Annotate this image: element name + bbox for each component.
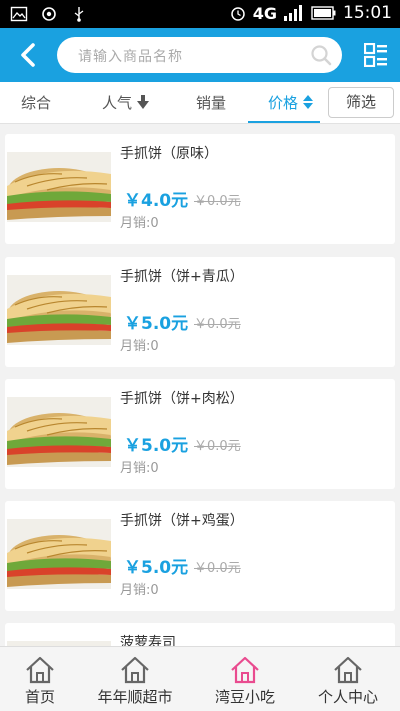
settings-icon: [42, 7, 56, 21]
nav-label: 首页: [24, 688, 55, 706]
product-image-wrap: [7, 397, 111, 467]
product-name: 菠萝寿司: [120, 635, 176, 646]
sort-popularity-label: 人气: [102, 94, 133, 112]
product-card[interactable]: 手抓饼（饼+肉松） ￥5.0元 ￥0.0元月销:0: [5, 379, 395, 489]
sort-sales[interactable]: 销量: [196, 92, 226, 113]
sort-price-label: 价格: [268, 94, 299, 112]
product-monthly-sales: 月销:0: [120, 461, 159, 476]
product-price: ￥5.0元: [124, 314, 189, 334]
back-arrow-icon[interactable]: [14, 41, 42, 69]
arrow-down-icon: [136, 95, 149, 109]
sort-popularity[interactable]: 人气: [102, 92, 149, 113]
nav-item-3[interactable]: 个人中心: [298, 647, 398, 711]
search-icon[interactable]: [310, 44, 332, 66]
product-name: 手抓饼（饼+鸡蛋）: [120, 513, 244, 529]
product-image-wrap: [7, 275, 111, 345]
status-right-icons: 4G 15:01: [229, 3, 392, 23]
home-icon: [334, 656, 362, 684]
product-name: 手抓饼（饼+青瓜）: [120, 269, 244, 285]
product-card[interactable]: 手抓饼（饼+鸡蛋） ￥5.0元 ￥0.0元月销:0: [5, 501, 395, 611]
product-price: ￥4.0元: [124, 191, 189, 211]
product-original-price: ￥0.0元: [194, 561, 241, 576]
usb-icon: [74, 7, 84, 22]
product-original-price: ￥0.0元: [194, 317, 241, 332]
sort-bar: 综合 人气 销量 价格 筛选: [0, 82, 400, 124]
bottom-navigation: 首页 年年顺超市 湾豆小吃 个人中心: [0, 646, 400, 711]
nav-item-1[interactable]: 年年顺超市: [85, 647, 185, 711]
nav-label: 个人中心: [317, 688, 378, 706]
nav-item-0[interactable]: 首页: [0, 647, 90, 711]
product-original-price: ￥0.0元: [194, 439, 241, 454]
product-monthly-sales: 月销:0: [120, 216, 159, 231]
alarm-icon: [230, 7, 245, 21]
product-price: ￥5.0元: [124, 558, 189, 578]
product-image-wrap: [7, 519, 111, 589]
top-header: 请输入商品名称: [0, 28, 400, 82]
image-icon: [10, 6, 28, 22]
status-left-icons: [10, 5, 88, 23]
list-grid-icon[interactable]: [364, 43, 388, 67]
home-icon: [26, 656, 54, 684]
active-sort-indicator: [248, 121, 320, 123]
sort-comprehensive[interactable]: 综合: [21, 92, 51, 113]
product-image: [7, 397, 111, 467]
clock: 15:01: [343, 3, 392, 23]
product-image: [7, 519, 111, 589]
product-card[interactable]: 手抓饼（饼+青瓜） ￥5.0元 ￥0.0元月销:0: [5, 257, 395, 367]
product-monthly-sales: 月销:0: [120, 339, 159, 354]
product-list: 手抓饼（原味） ￥4.0元 ￥0.0元 月销:0 手抓饼（饼+青瓜） ￥5.0元 ￥0.0元…: [0, 124, 400, 646]
sort-price[interactable]: 价格: [268, 92, 313, 113]
home-icon: [121, 656, 149, 684]
battery-icon: [311, 6, 336, 20]
product-monthly-sales: 月销:0: [120, 583, 159, 598]
product-image: [7, 152, 111, 222]
product-original-price: ￥0.0元: [194, 194, 241, 209]
home-icon: [231, 656, 259, 684]
nav-item-2[interactable]: 湾豆小吃: [195, 647, 295, 711]
product-name: 手抓饼（原味）: [120, 146, 218, 162]
product-image: [7, 275, 111, 345]
sort-up-down-icon: [302, 95, 313, 109]
signal-icon: [284, 5, 302, 21]
nav-label: 湾豆小吃: [214, 688, 275, 706]
product-price: ￥5.0元: [124, 436, 189, 456]
product-card[interactable]: 手抓饼（原味） ￥4.0元 ￥0.0元月销:0: [5, 134, 395, 244]
product-image-wrap: [7, 152, 111, 222]
product-name: 手抓饼（饼+肉松）: [120, 391, 244, 407]
network-type: 4G: [252, 3, 277, 23]
search-placeholder: 请输入商品名称: [78, 49, 183, 65]
filter-button[interactable]: 筛选: [328, 87, 394, 118]
search-input[interactable]: 请输入商品名称: [57, 37, 342, 73]
status-bar: 4G 15:01: [0, 0, 400, 28]
product-card[interactable]: 菠萝寿司: [5, 623, 395, 646]
nav-label: 年年顺超市: [97, 688, 173, 706]
